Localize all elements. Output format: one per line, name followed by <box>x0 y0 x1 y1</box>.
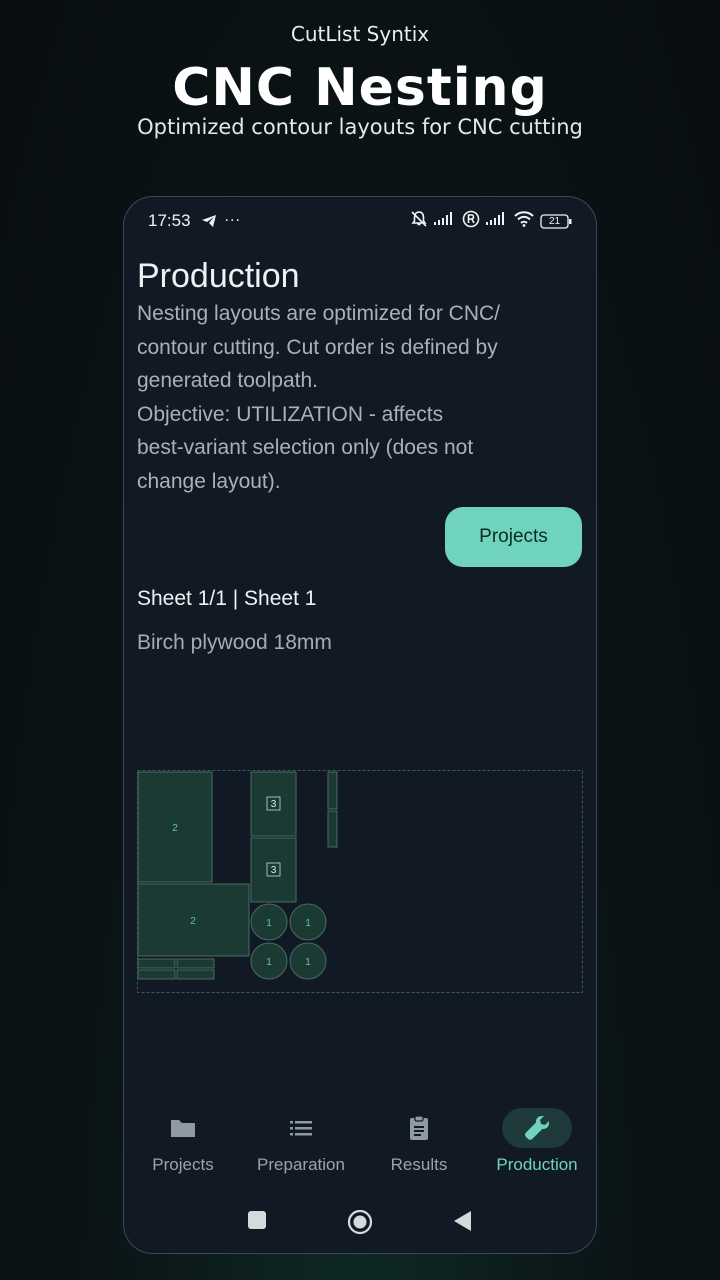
part[interactable] <box>327 810 338 848</box>
telegram-icon <box>201 214 217 228</box>
more-notifications-icon: ··· <box>224 213 241 229</box>
page-title: Production <box>137 257 300 295</box>
wrench-icon <box>525 1116 549 1140</box>
bottom-navigation: Projects Preparation Results Production <box>124 1102 596 1182</box>
phone-screen: 17:53 ··· 21 Production Nesting layouts … <box>123 196 597 1254</box>
part-label: 1 <box>305 918 311 929</box>
description-line: Objective: UTILIZATION - affects <box>137 402 444 426</box>
part-label: 3 <box>271 799 277 810</box>
status-bar: 17:53 ··· 21 <box>148 209 572 233</box>
promo-brand: CutList Syntix <box>290 22 430 46</box>
part[interactable] <box>137 969 176 980</box>
back-icon[interactable] <box>454 1211 472 1235</box>
recents-icon[interactable] <box>248 1211 266 1233</box>
part-label: 1 <box>305 957 311 968</box>
nav-item-results[interactable]: Results <box>360 1102 478 1182</box>
signal-icon <box>434 211 456 231</box>
nav-item-preparation[interactable]: Preparation <box>242 1102 360 1182</box>
description-line: best-variant selection only (does not <box>137 436 474 459</box>
page-description: Nesting layouts are optimized for CNC/ c… <box>137 297 577 498</box>
status-time: 17:53 <box>148 211 191 230</box>
part-label: 1 <box>266 957 272 968</box>
clipboard-icon <box>410 1115 428 1140</box>
part[interactable] <box>176 958 215 969</box>
nav-label: Preparation <box>257 1155 345 1174</box>
nesting-layout[interactable]: 2 2 3 3 1 1 1 1 <box>137 770 583 993</box>
part-label: 1 <box>266 918 272 929</box>
part-label: 2 <box>172 823 178 834</box>
sheet-title: Sheet 1/1 | Sheet 1 <box>137 587 317 610</box>
nav-label: Production <box>496 1155 578 1174</box>
part[interactable] <box>327 771 338 810</box>
part[interactable] <box>137 958 176 969</box>
part-label: 3 <box>271 865 277 876</box>
nav-item-production[interactable]: Production <box>478 1102 596 1182</box>
material-label: Birch plywood 18mm <box>137 631 332 654</box>
battery-level: 21 <box>548 215 561 227</box>
promo-title: CNC Nesting <box>172 58 548 118</box>
signal-icon-2 <box>486 211 508 231</box>
part-label: 2 <box>190 916 196 927</box>
description-line: change layout). <box>137 469 281 493</box>
description-line: contour cutting. Cut order is defined by <box>137 335 498 359</box>
list-icon <box>290 1121 312 1136</box>
wifi-icon <box>514 210 534 232</box>
nav-label: Results <box>390 1155 448 1174</box>
nav-label: Projects <box>152 1155 214 1174</box>
projects-button[interactable]: Projects <box>445 507 582 567</box>
description-line: Nesting layouts are optimized for CNC/ <box>137 302 500 325</box>
home-icon[interactable] <box>347 1209 373 1239</box>
promo-subtitle: Optimized contour layouts for CNC cuttin… <box>137 115 583 139</box>
nav-item-projects[interactable]: Projects <box>124 1102 242 1182</box>
bell-muted-icon <box>410 210 428 233</box>
system-navigation-bar <box>124 1197 596 1249</box>
folder-icon <box>171 1120 195 1137</box>
battery-icon: 21 <box>540 213 572 229</box>
registered-icon <box>462 210 480 233</box>
description-line: generated toolpath. <box>137 369 318 392</box>
part[interactable] <box>176 969 215 980</box>
